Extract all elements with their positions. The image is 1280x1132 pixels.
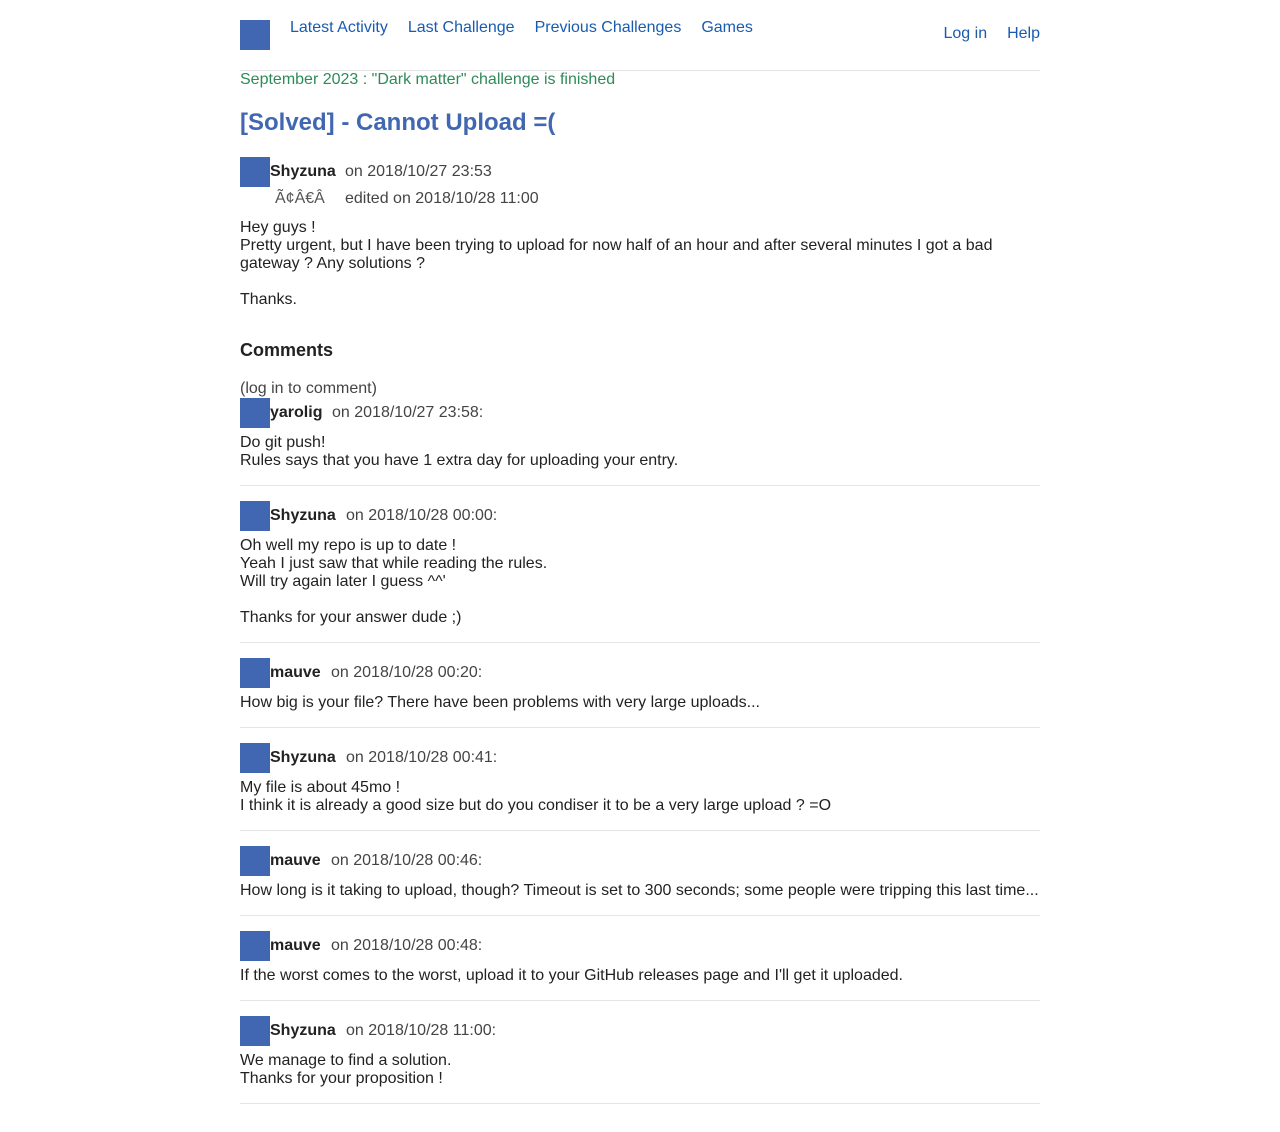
comment-line: Will try again later I guess ^^' (240, 573, 446, 590)
help-link[interactable]: Help (1007, 25, 1040, 43)
comment-line: Do git push! (240, 434, 326, 451)
avatar[interactable] (240, 398, 270, 428)
comment-date: on 2018/10/28 00:46: (331, 852, 483, 869)
comment-author[interactable]: mauve (270, 664, 321, 682)
nav-previous-challenges[interactable]: Previous Challenges (535, 19, 682, 37)
comment-body: If the worst comes to the worst, upload … (240, 967, 1040, 985)
comment-author[interactable]: Shyzuna (270, 749, 336, 767)
comment-header: mauve on 2018/10/28 00:20: (240, 658, 1040, 688)
comment-author[interactable]: yarolig (270, 404, 322, 422)
comment-body: How long is it taking to upload, though?… (240, 882, 1040, 900)
comment-header: mauve on 2018/10/28 00:48: (240, 931, 1040, 961)
login-link[interactable]: Log in (944, 25, 988, 43)
post-edited-date: edited on 2018/10/28 11:00 (345, 190, 539, 207)
avatar[interactable] (240, 157, 270, 187)
post-date: on 2018/10/27 23:53 (345, 163, 492, 180)
comment-line: If the worst comes to the worst, upload … (240, 967, 903, 984)
comment-line: Yeah I just saw that while reading the r… (240, 555, 548, 572)
post-line: Thanks. (240, 291, 297, 308)
comment-author[interactable]: Shyzuna (270, 1022, 336, 1040)
comment: mauve on 2018/10/28 00:46: How long is it … (240, 846, 1040, 916)
comment-line: Thanks for your answer dude ;) (240, 609, 462, 626)
comment-line: How big is your file? There have been pr… (240, 694, 760, 711)
comment-author[interactable]: Shyzuna (270, 507, 336, 525)
comment-author[interactable]: mauve (270, 852, 321, 870)
nav-last-challenge[interactable]: Last Challenge (408, 19, 515, 37)
comments-heading: Comments (240, 340, 334, 360)
avatar[interactable] (240, 1016, 270, 1046)
comment-date: on 2018/10/28 11:00: (346, 1022, 497, 1039)
comment-line: Thanks for your proposition ! (240, 1070, 443, 1087)
user-nav: Log in Help (944, 25, 1041, 43)
comment-header: mauve on 2018/10/28 00:46: (240, 846, 1040, 876)
avatar[interactable] (240, 658, 270, 688)
header: Latest Activity Last Challenge Previous … (240, 0, 1040, 71)
comment-line: We manage to find a solution. (240, 1052, 452, 1069)
post-author[interactable]: Shyzuna (270, 163, 336, 181)
comment-date: on 2018/10/27 23:58: (332, 404, 484, 421)
post-line: Hey guys ! (240, 219, 316, 236)
comment: yarolig on 2018/10/27 23:58: Do git push! R… (240, 398, 1040, 486)
comment-line: My file is about 45mo ! (240, 779, 401, 796)
site-logo[interactable] (240, 20, 270, 50)
comment-line: Rules says that you have 1 extra day for… (240, 452, 679, 469)
comment-line: I think it is already a good size but do… (240, 797, 832, 814)
login-to-comment-note: (log in to comment) (240, 380, 377, 397)
nav-latest-activity[interactable]: Latest Activity (290, 19, 388, 37)
comment-body: Do git push! Rules says that you have 1 e… (240, 434, 1040, 470)
page-title: [Solved] - Cannot Upload =( (240, 109, 556, 136)
challenge-banner[interactable]: September 2023 : "Dark matter" challenge… (240, 71, 615, 89)
comment-body: My file is about 45mo ! I think it is alr… (240, 779, 1040, 815)
comment-date: on 2018/10/28 00:20: (331, 664, 483, 681)
nav-games[interactable]: Games (701, 19, 753, 37)
comment: mauve on 2018/10/28 00:20: How big is your… (240, 658, 1040, 728)
comment-header: Shyzuna on 2018/10/28 00:41: (240, 743, 1040, 773)
comment: Shyzuna on 2018/10/28 00:41: My file is ab… (240, 743, 1040, 831)
comment-line: Oh well my repo is up to date ! (240, 537, 457, 554)
comment: Shyzuna on 2018/10/28 11:00: We manage to … (240, 1016, 1040, 1104)
avatar[interactable] (240, 501, 270, 531)
comment-line: How long is it taking to upload, though?… (240, 882, 1039, 899)
comment-date: on 2018/10/28 00:41: (346, 749, 498, 766)
comment-date: on 2018/10/28 00:00: (346, 507, 498, 524)
avatar[interactable] (240, 931, 270, 961)
main-nav: Latest Activity Last Challenge Previous … (290, 19, 753, 37)
comment: Shyzuna on 2018/10/28 00:00: Oh well my re… (240, 501, 1040, 643)
comment-header: Shyzuna on 2018/10/28 11:00: (240, 1016, 1040, 1046)
comment-body: How big is your file? There have been pr… (240, 694, 1040, 712)
post-line: Pretty urgent, but I have been trying to… (240, 237, 993, 272)
comment-body: Oh well my repo is up to date ! Yeah I ju… (240, 537, 1040, 627)
comment-header: yarolig on 2018/10/27 23:58: (240, 398, 1040, 428)
comment-header: Shyzuna on 2018/10/28 00:00: (240, 501, 1040, 531)
comment-author[interactable]: mauve (270, 937, 321, 955)
comment-body: We manage to find a solution. Thanks for … (240, 1052, 1040, 1088)
post-header: Shyzuna on 2018/10/27 23:53 Ã¢Â€Â edited… (240, 157, 1040, 211)
avatar[interactable] (240, 846, 270, 876)
original-post: Shyzuna on 2018/10/27 23:53 Ã¢Â€Â edited… (240, 157, 1040, 309)
comment-date: on 2018/10/28 00:48: (331, 937, 483, 954)
post-garbled-text: Ã¢Â€Â (275, 190, 325, 207)
comments-list: yarolig on 2018/10/27 23:58: Do git push! R… (240, 398, 1040, 1119)
avatar[interactable] (240, 743, 270, 773)
page: Latest Activity Last Challenge Previous … (240, 0, 1040, 1104)
comment: mauve on 2018/10/28 00:48: If the worst co… (240, 931, 1040, 1001)
post-body: Hey guys ! Pretty urgent, but I have bee… (240, 219, 1040, 309)
